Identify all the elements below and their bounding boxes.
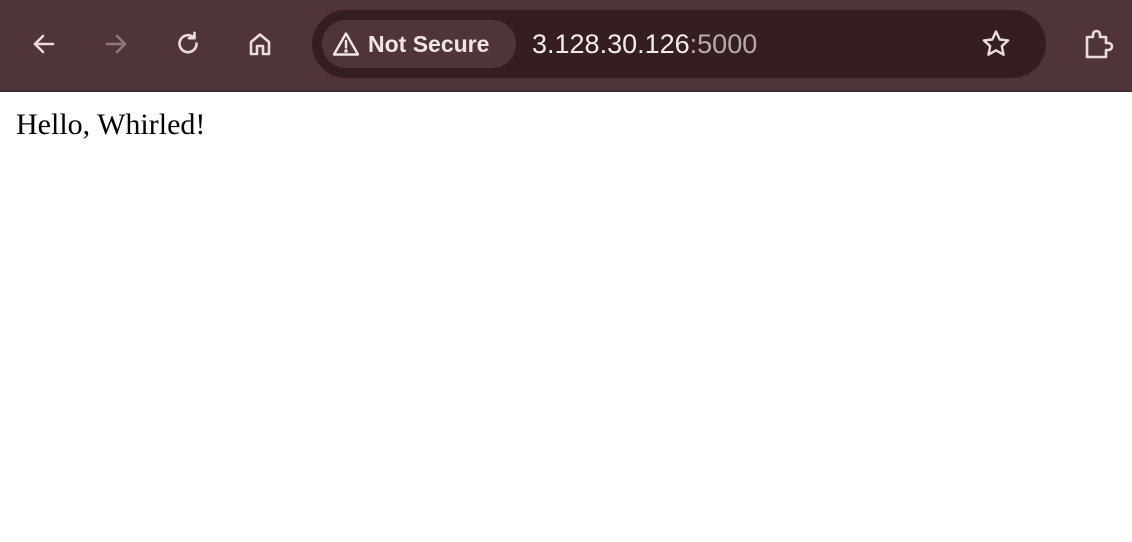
arrow-right-icon (102, 30, 130, 58)
url-host: 3.128.30.126 (532, 28, 690, 59)
browser-window: Not Secure 3.128.30.126:5000 Hello, Whi… (0, 0, 1132, 542)
extensions-button[interactable] (1076, 22, 1120, 66)
forward-button[interactable] (94, 22, 138, 66)
back-button[interactable] (22, 22, 66, 66)
arrow-left-icon (30, 30, 58, 58)
browser-toolbar: Not Secure 3.128.30.126:5000 (0, 0, 1132, 92)
warning-triangle-icon (332, 30, 360, 58)
address-bar[interactable]: Not Secure 3.128.30.126:5000 (312, 10, 1046, 78)
reload-icon (174, 30, 202, 58)
page-viewport: Hello, Whirled! (0, 92, 1132, 542)
reload-button[interactable] (166, 22, 210, 66)
home-button[interactable] (238, 22, 282, 66)
url-port: :5000 (689, 28, 758, 59)
security-label: Not Secure (368, 30, 490, 57)
home-icon (246, 30, 274, 58)
bookmark-button[interactable] (974, 22, 1018, 66)
page-body-text: Hello, Whirled! (16, 108, 206, 141)
puzzle-piece-icon (1080, 26, 1116, 62)
security-indicator[interactable]: Not Secure (322, 20, 516, 68)
star-icon (980, 28, 1012, 60)
url-field[interactable]: 3.128.30.126:5000 (532, 20, 952, 68)
